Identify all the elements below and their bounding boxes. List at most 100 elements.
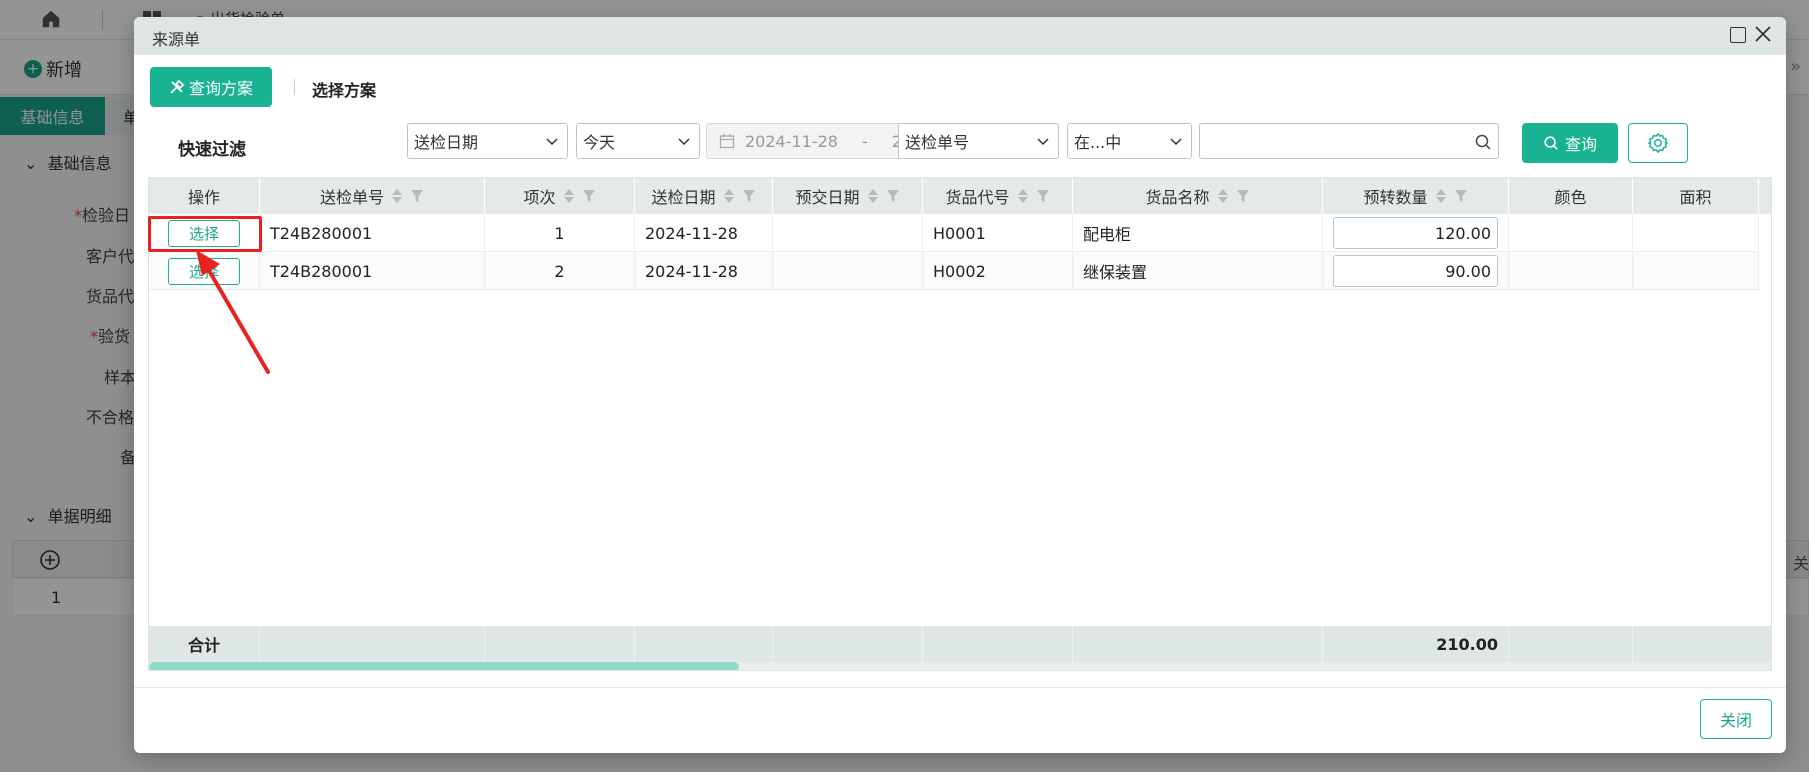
source-document-dialog: 来源单 查询方案 选择方案 快速过滤 送检日期 今天 2024-11-28 - …	[134, 17, 1786, 753]
filter-icon[interactable]	[1454, 189, 1468, 203]
cell-item-no: 1	[485, 214, 635, 252]
footer-cell	[1633, 626, 1771, 662]
cell-inspect-date: 2024-11-28	[635, 214, 773, 252]
footer-cell	[260, 626, 485, 662]
chevron-down-icon	[1170, 138, 1182, 146]
table-row[interactable]: 选择 T24B280001 1 2024-11-28 H0001 配电柜 120…	[149, 214, 1759, 252]
chevron-down-icon	[1037, 138, 1049, 146]
footer-cell	[1073, 626, 1323, 662]
sort-icon[interactable]	[1434, 187, 1448, 205]
cell-area	[1633, 214, 1759, 252]
cell-inspect-no: T24B280001	[260, 252, 485, 290]
footer-cell	[1509, 626, 1633, 662]
sort-icon[interactable]	[390, 187, 404, 205]
filter-field-2-value: 送检单号	[905, 133, 970, 152]
chevron-down-icon	[678, 138, 690, 146]
date-separator: -	[861, 131, 868, 151]
cell-color	[1509, 214, 1633, 252]
cell-product-code: H0002	[923, 252, 1073, 290]
col-header-product-code[interactable]: 货品代号	[923, 178, 1073, 214]
filter-icon[interactable]	[886, 189, 900, 203]
cell-product-code: H0001	[923, 214, 1073, 252]
filter-period-select[interactable]: 今天	[576, 123, 700, 159]
col-header-area: 面积	[1633, 178, 1759, 214]
settings-button[interactable]	[1628, 123, 1688, 163]
cell-qty: 120.00	[1323, 214, 1509, 252]
filter-icon[interactable]	[410, 189, 424, 203]
col-header-due-date[interactable]: 预交日期	[773, 178, 923, 214]
filter-field-select-1[interactable]: 送检日期	[407, 123, 568, 159]
cell-due-date	[773, 214, 923, 252]
footer-qty-total: 210.00	[1323, 626, 1509, 662]
chevron-down-icon	[546, 138, 558, 146]
footer-cell	[923, 626, 1073, 662]
table-footer: 合计 210.00	[149, 626, 1771, 662]
col-header-inspect-no[interactable]: 送检单号	[260, 178, 485, 214]
footer-cell	[485, 626, 635, 662]
cell-area	[1633, 252, 1759, 290]
dialog-title: 来源单	[152, 30, 201, 49]
filter-icon[interactable]	[1036, 189, 1050, 203]
footer-cell	[635, 626, 773, 662]
query-scheme-button[interactable]: 查询方案	[150, 67, 272, 107]
footer-cell	[773, 626, 923, 662]
query-scheme-label: 查询方案	[188, 79, 253, 98]
filter-field-select-2[interactable]: 送检单号	[898, 123, 1059, 159]
close-icon[interactable]	[1752, 23, 1774, 45]
filter-period-value: 今天	[583, 133, 616, 152]
filter-icon[interactable]	[582, 189, 596, 203]
sort-icon[interactable]	[562, 187, 576, 205]
col-header-action: 操作	[149, 178, 260, 214]
filter-icon[interactable]	[742, 189, 756, 203]
cell-item-no: 2	[485, 252, 635, 290]
footer-label: 合计	[149, 626, 260, 662]
annotation-arrow-icon	[196, 250, 270, 374]
filter-operator-select[interactable]: 在...中	[1067, 123, 1192, 159]
footer-divider	[134, 687, 1786, 688]
scheme-divider	[294, 79, 295, 95]
gear-icon	[1648, 133, 1668, 153]
col-header-product-name[interactable]: 货品名称	[1073, 178, 1323, 214]
table-header: 操作 送检单号 项次 送检日期 预交日期 货品代号 货品名称 预转数量 颜色 面…	[149, 178, 1771, 214]
filter-field-1-value: 送检日期	[414, 133, 479, 152]
sort-icon[interactable]	[1016, 187, 1030, 205]
calendar-icon	[719, 134, 735, 149]
cell-qty: 90.00	[1323, 252, 1509, 290]
maximize-icon[interactable]	[1730, 27, 1746, 43]
cell-inspect-date: 2024-11-28	[635, 252, 773, 290]
qty-input[interactable]: 90.00	[1333, 255, 1498, 287]
table-body: 选择 T24B280001 1 2024-11-28 H0001 配电柜 120…	[149, 214, 1759, 290]
cell-product-name: 配电柜	[1073, 214, 1323, 252]
dialog-header: 来源单	[134, 17, 1786, 55]
search-input[interactable]	[1200, 124, 1498, 158]
cell-inspect-no: T24B280001	[260, 214, 485, 252]
sort-icon[interactable]	[866, 187, 880, 205]
date-start: 2024-11-28	[745, 131, 838, 151]
cell-product-name: 继保装置	[1073, 252, 1323, 290]
col-header-color: 颜色	[1509, 178, 1633, 214]
sort-icon[interactable]	[1216, 187, 1230, 205]
source-table: 操作 送检单号 项次 送检日期 预交日期 货品代号 货品名称 预转数量 颜色 面…	[148, 177, 1772, 671]
sort-icon[interactable]	[722, 187, 736, 205]
scrollbar-thumb[interactable]	[149, 662, 739, 670]
col-header-qty[interactable]: 预转数量	[1323, 178, 1509, 214]
close-button[interactable]: 关闭	[1700, 699, 1772, 739]
annotation-highlight-box	[148, 216, 262, 252]
filter-icon[interactable]	[1236, 189, 1250, 203]
select-scheme-link[interactable]: 选择方案	[312, 77, 376, 101]
horizontal-scrollbar[interactable]	[149, 662, 1771, 670]
search-icon[interactable]	[1474, 133, 1492, 151]
cell-due-date	[773, 252, 923, 290]
col-header-item-no[interactable]: 项次	[485, 178, 635, 214]
qty-input[interactable]: 120.00	[1333, 217, 1498, 249]
search-icon	[1544, 136, 1558, 150]
filter-operator-value: 在...中	[1074, 133, 1122, 152]
table-row[interactable]: 选择 T24B280001 2 2024-11-28 H0002 继保装置 90…	[149, 252, 1759, 290]
query-button[interactable]: 查询	[1522, 123, 1618, 163]
quick-filter-label: 快速过滤	[178, 140, 246, 160]
query-button-label: 查询	[1564, 135, 1597, 154]
cell-color	[1509, 252, 1633, 290]
tools-icon	[170, 79, 185, 94]
col-header-spacer	[1759, 178, 1771, 214]
col-header-inspect-date[interactable]: 送检日期	[635, 178, 773, 214]
